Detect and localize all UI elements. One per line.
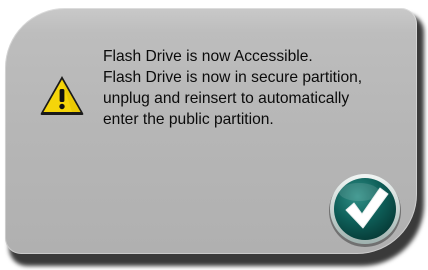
message-line: enter the public partition. <box>103 111 274 128</box>
notification-dialog: Flash Drive is now Accessible. Flash Dri… <box>5 8 417 254</box>
dialog-message: Flash Drive is now Accessible. Flash Dri… <box>103 46 413 130</box>
message-line: Flash Drive is now in secure partition, <box>103 69 363 86</box>
warning-icon <box>40 76 84 115</box>
message-line: unplug and reinsert to automatically <box>103 90 350 107</box>
confirm-button[interactable] <box>327 172 403 248</box>
message-line: Flash Drive is now Accessible. <box>103 48 313 65</box>
